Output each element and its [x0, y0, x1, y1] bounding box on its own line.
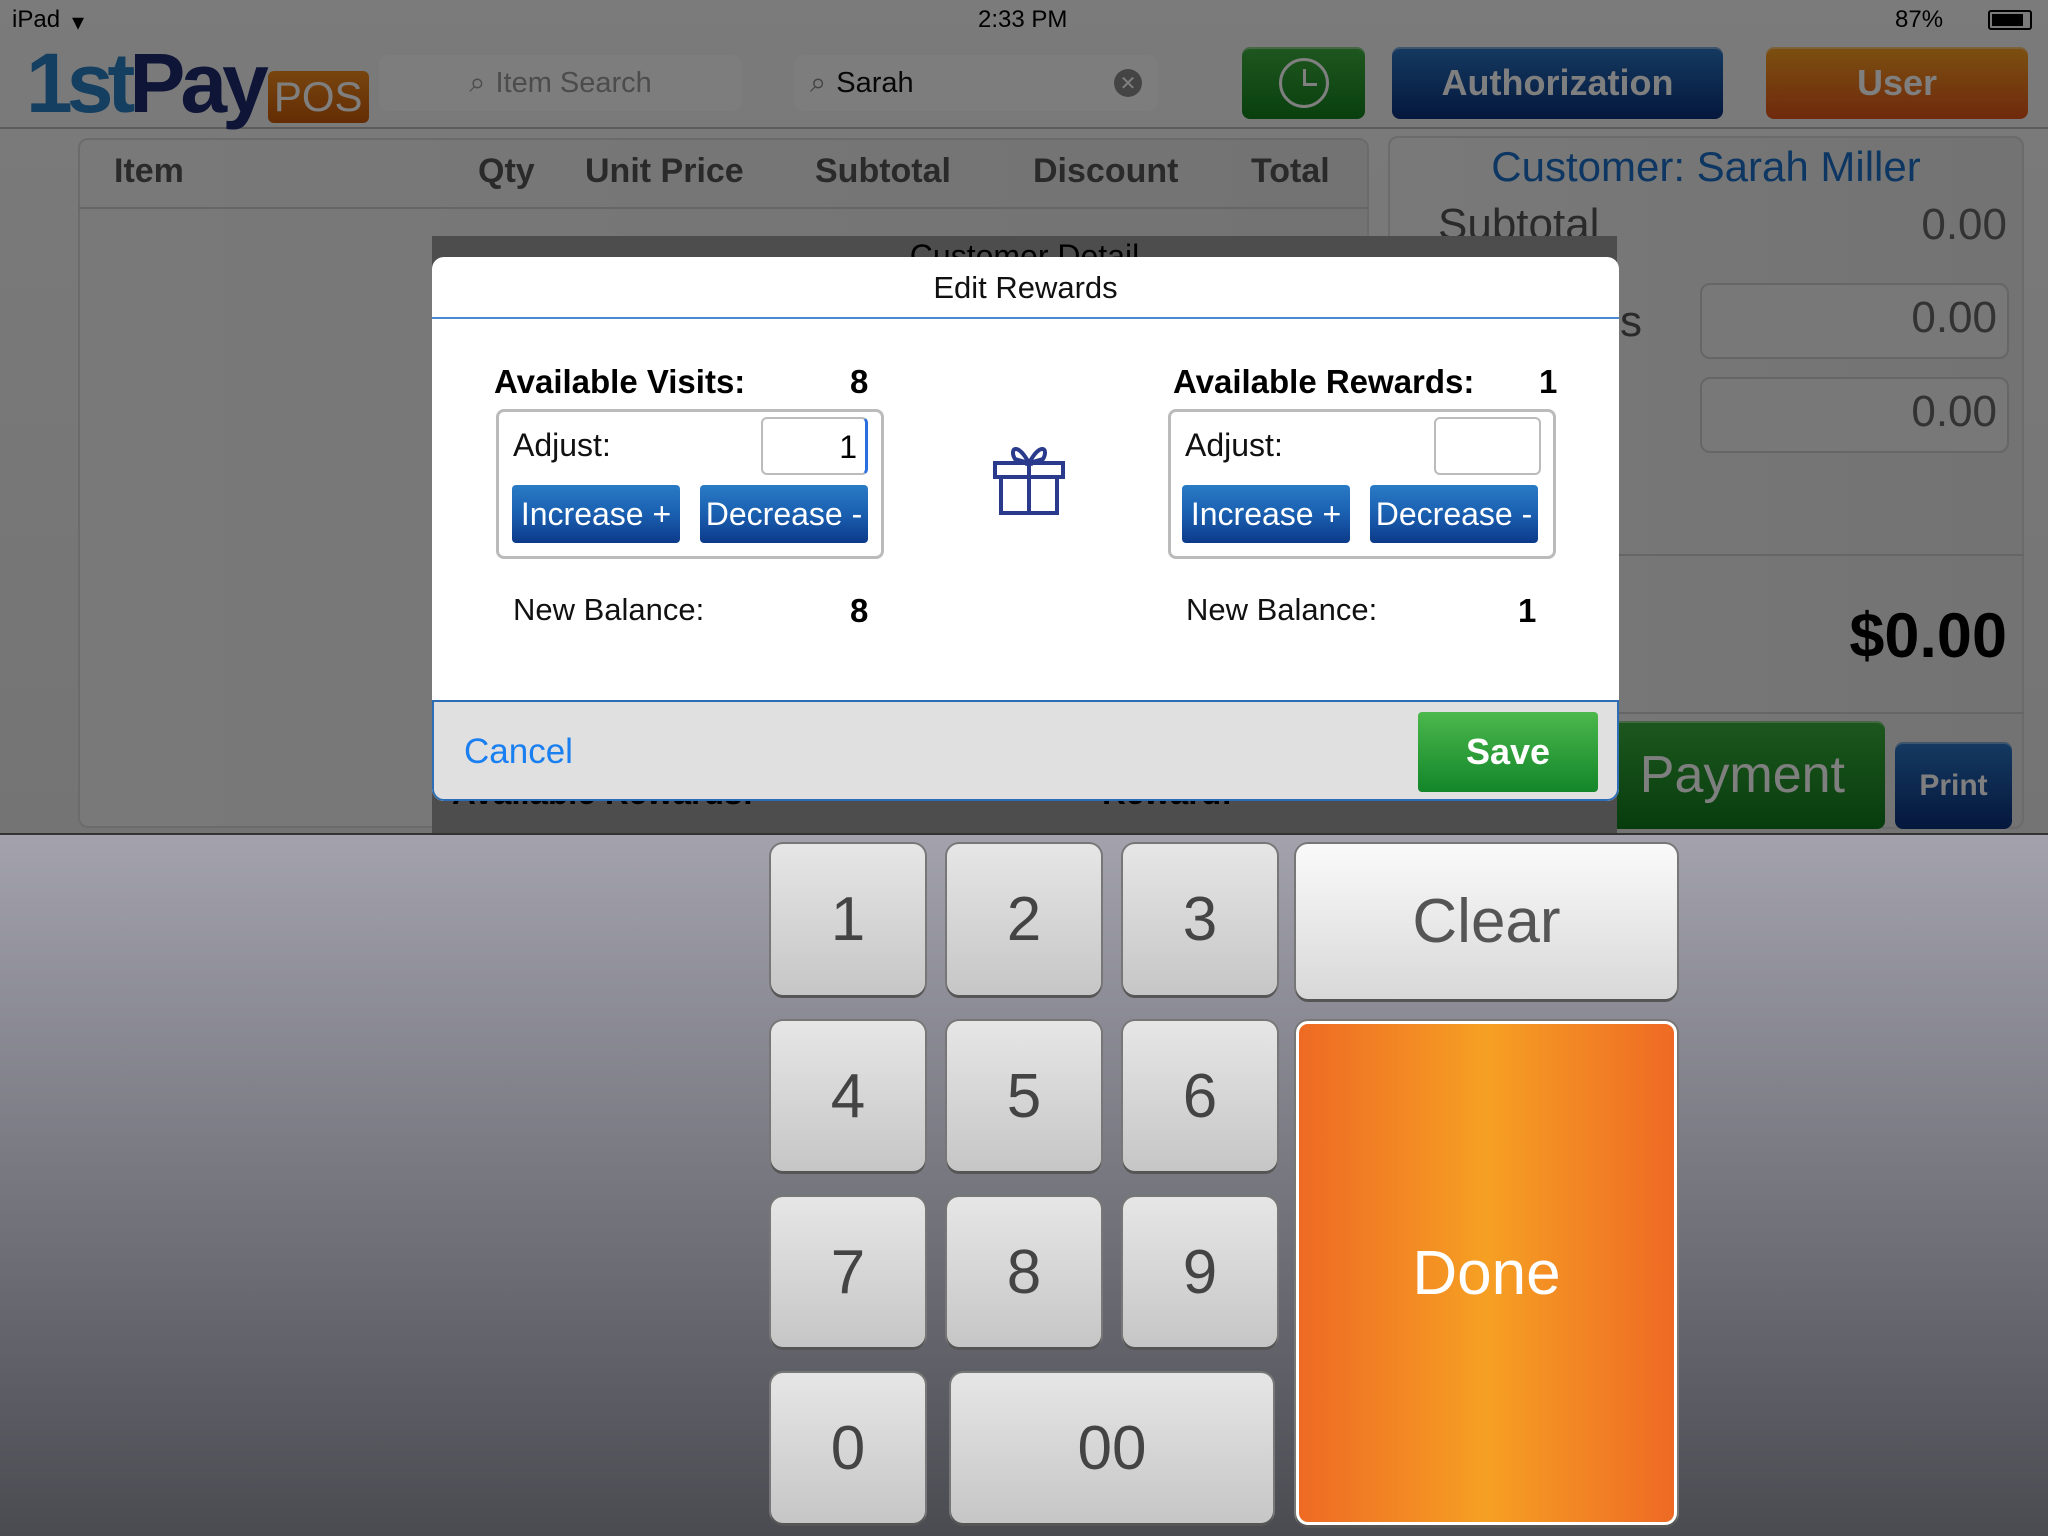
save-button[interactable]: Save: [1418, 712, 1598, 792]
rewards-adjust-label: Adjust:: [1185, 427, 1283, 463]
edit-rewards-dialog: Edit Rewards Available Visits: 8 Adjust:…: [432, 257, 1619, 801]
dialog-title: Edit Rewards: [432, 257, 1619, 319]
available-rewards-value: 1: [1539, 363, 1558, 400]
available-rewards-label: Available Rewards:: [1173, 363, 1475, 400]
visits-decrease-button[interactable]: Decrease -: [700, 485, 868, 543]
key-7[interactable]: 7: [771, 1197, 925, 1347]
visits-new-balance-value: 8: [850, 592, 869, 629]
gift-icon: [993, 447, 1065, 515]
visits-increase-button[interactable]: Increase +: [512, 485, 680, 543]
done-button[interactable]: Done: [1296, 1021, 1677, 1525]
available-visits-label: Available Visits:: [494, 363, 746, 400]
rewards-increase-button[interactable]: Increase +: [1182, 485, 1350, 543]
key-1[interactable]: 1: [771, 844, 925, 995]
rewards-decrease-button[interactable]: Decrease -: [1370, 485, 1538, 543]
numeric-keypad: 1 2 3 4 5 6 7 8 9 0 00 Clear Done: [0, 833, 2048, 1536]
rewards-adjust-input[interactable]: [1434, 417, 1541, 475]
key-3[interactable]: 3: [1123, 844, 1277, 995]
rewards-new-balance-value: 1: [1518, 592, 1537, 629]
key-4[interactable]: 4: [771, 1021, 925, 1171]
clear-button[interactable]: Clear: [1296, 844, 1677, 999]
key-2[interactable]: 2: [947, 844, 1101, 995]
key-6[interactable]: 6: [1123, 1021, 1277, 1171]
key-8[interactable]: 8: [947, 1197, 1101, 1347]
visits-adjust-input[interactable]: 1: [761, 417, 868, 475]
key-5[interactable]: 5: [947, 1021, 1101, 1171]
dialog-footer: Cancel Save: [432, 700, 1619, 801]
key-0[interactable]: 0: [771, 1373, 925, 1523]
visits-new-balance-label: New Balance:: [513, 592, 705, 627]
available-visits-value: 8: [850, 363, 869, 400]
key-9[interactable]: 9: [1123, 1197, 1277, 1347]
key-00[interactable]: 00: [951, 1373, 1273, 1523]
rewards-new-balance-label: New Balance:: [1186, 592, 1378, 627]
visits-adjust-label: Adjust:: [513, 427, 611, 463]
cancel-button[interactable]: Cancel: [464, 732, 573, 772]
